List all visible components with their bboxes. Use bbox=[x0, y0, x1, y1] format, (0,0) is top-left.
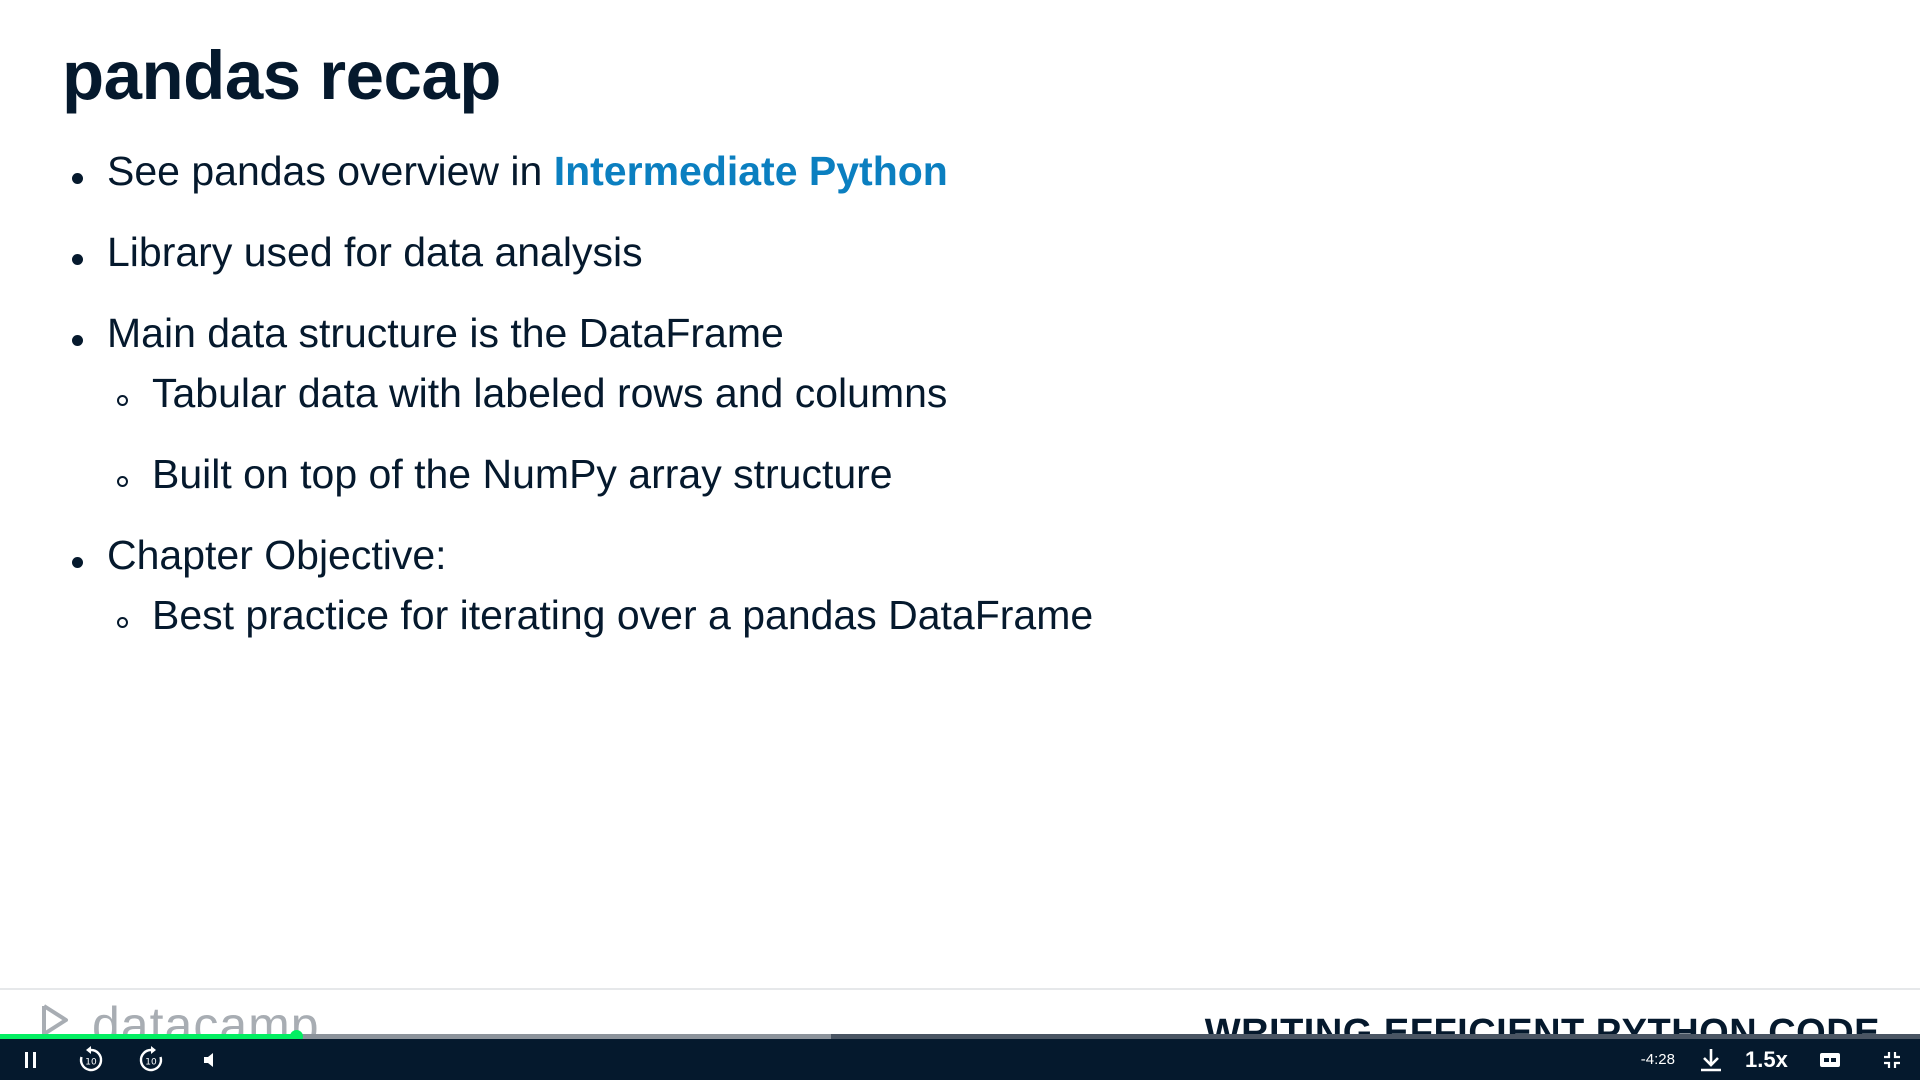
forward-10-button[interactable]: 10 bbox=[132, 1039, 170, 1080]
bullet-dot bbox=[72, 557, 83, 568]
download-button[interactable] bbox=[1694, 1039, 1728, 1080]
rewind-10-button[interactable]: 10 bbox=[72, 1039, 110, 1080]
sub-bullet-circle bbox=[117, 617, 128, 628]
player-controls: 10 10 -4:28 1.5x bbox=[0, 1039, 1920, 1080]
exit-fullscreen-button[interactable] bbox=[1875, 1039, 1909, 1080]
pause-button[interactable] bbox=[14, 1039, 48, 1080]
exit-fullscreen-icon bbox=[1884, 1051, 1900, 1068]
captions-icon bbox=[1820, 1052, 1840, 1067]
sub-bullet-circle bbox=[117, 395, 128, 406]
download-icon bbox=[1701, 1048, 1721, 1071]
course-name: WRITING EFFICIENT PYTHON CODE bbox=[1204, 1012, 1880, 1035]
datacamp-logo-icon bbox=[42, 1004, 68, 1035]
slide-title: pandas recap bbox=[62, 37, 501, 114]
captions-button[interactable] bbox=[1813, 1039, 1847, 1080]
slide-footer: datacamp WRITING EFFICIENT PYTHON CODE bbox=[0, 990, 1920, 1035]
forward-10-icon: 10 bbox=[139, 1045, 163, 1071]
sub-bullet-item: Best practice for iterating over a panda… bbox=[152, 592, 1094, 638]
bullet-item: See pandas overview in Intermediate Pyth… bbox=[107, 148, 948, 195]
bullet-item: Chapter Objective: bbox=[107, 532, 447, 578]
pause-icon bbox=[25, 1051, 36, 1068]
volume-button[interactable] bbox=[196, 1039, 224, 1080]
bullet-dot bbox=[72, 335, 83, 346]
sub-bullet-circle bbox=[117, 476, 128, 487]
playback-speed[interactable]: 1.5x bbox=[1745, 1039, 1788, 1080]
bullet-text: See pandas overview in bbox=[107, 148, 554, 194]
sub-bullet-item: Built on top of the NumPy array structur… bbox=[152, 451, 893, 497]
bullet-dot bbox=[72, 254, 83, 265]
rewind-10-icon: 10 bbox=[79, 1045, 103, 1071]
sub-bullet-item: Tabular data with labeled rows and colum… bbox=[152, 370, 948, 416]
bullet-item: Library used for data analysis bbox=[107, 229, 643, 275]
slide: pandas recap See pandas overview in Inte… bbox=[0, 0, 1920, 990]
svg-text:10: 10 bbox=[85, 1057, 97, 1067]
bullet-dot bbox=[72, 173, 83, 184]
svg-text:10: 10 bbox=[145, 1057, 157, 1067]
bullet-item: Main data structure is the DataFrame bbox=[107, 310, 784, 356]
volume-icon bbox=[204, 1052, 213, 1067]
intermediate-python-link[interactable]: Intermediate Python bbox=[554, 148, 948, 194]
logo-text: datacamp bbox=[92, 997, 320, 1035]
time-remaining: -4:28 bbox=[1640, 1051, 1675, 1068]
